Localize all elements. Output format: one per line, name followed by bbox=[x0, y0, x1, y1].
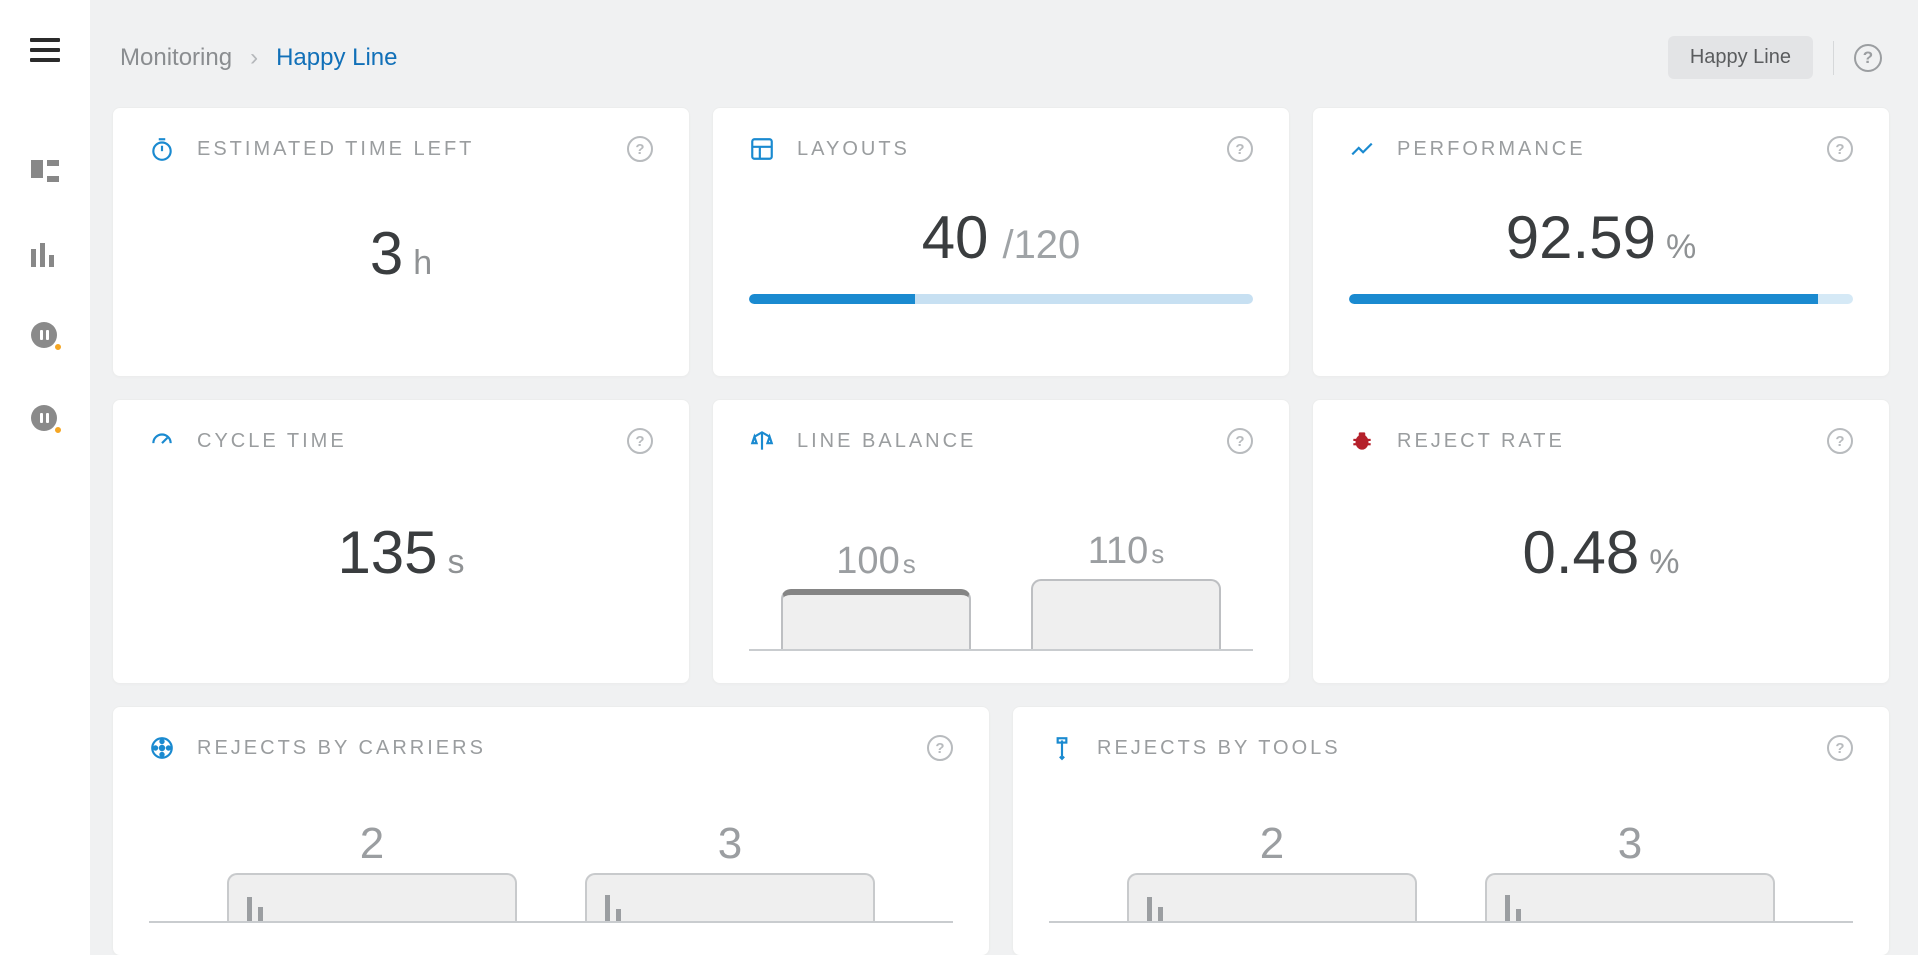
rejects-carriers-chart: 23 bbox=[149, 767, 953, 923]
card-title: LAYOUTS bbox=[797, 138, 910, 161]
card-help-icon[interactable]: ? bbox=[1827, 428, 1853, 454]
stopwatch-icon bbox=[149, 136, 175, 162]
menu-button[interactable] bbox=[30, 38, 60, 62]
progress-bar bbox=[1349, 294, 1853, 304]
card-rejects-by-carriers[interactable]: REJECTS BY CARRIERS ? 23 bbox=[112, 706, 990, 955]
kpi-value: 3 bbox=[370, 219, 403, 288]
breadcrumb: Monitoring › Happy Line bbox=[120, 44, 397, 72]
kpi-value: 135 bbox=[337, 518, 437, 587]
card-rejects-by-tools[interactable]: REJECTS BY TOOLS ? 23 bbox=[1012, 706, 1890, 955]
card-help-icon[interactable]: ? bbox=[1227, 136, 1253, 162]
station-value: 100s bbox=[836, 540, 915, 583]
reject-bar bbox=[1127, 873, 1417, 921]
card-help-icon[interactable]: ? bbox=[1227, 428, 1253, 454]
bug-icon bbox=[1349, 428, 1375, 454]
reject-bar bbox=[1485, 873, 1775, 921]
progress-bar bbox=[749, 294, 1253, 304]
nav-line-status-1[interactable] bbox=[31, 322, 59, 350]
reject-count: 3 bbox=[718, 819, 742, 869]
card-cycle-time[interactable]: CYCLE TIME ? 135 s bbox=[112, 399, 690, 684]
kpi-unit: % bbox=[1649, 543, 1679, 582]
status-dot-icon bbox=[53, 425, 63, 435]
kpi-value: 92.59 bbox=[1506, 203, 1656, 272]
reject-count: 2 bbox=[360, 819, 384, 869]
reject-bar bbox=[585, 873, 875, 921]
card-help-icon[interactable]: ? bbox=[1827, 136, 1853, 162]
card-title: PERFORMANCE bbox=[1397, 138, 1586, 161]
help-icon[interactable]: ? bbox=[1854, 44, 1882, 72]
rejects-tools-chart: 23 bbox=[1049, 767, 1853, 923]
topbar: Monitoring › Happy Line Happy Line ? bbox=[112, 0, 1890, 107]
divider bbox=[1833, 41, 1834, 75]
kpi-value: 40 bbox=[922, 203, 989, 272]
status-dot-icon bbox=[53, 342, 63, 352]
card-help-icon[interactable]: ? bbox=[627, 136, 653, 162]
breadcrumb-current[interactable]: Happy Line bbox=[276, 44, 397, 72]
layouts-icon bbox=[749, 136, 775, 162]
card-title: CYCLE TIME bbox=[197, 430, 347, 453]
nav-dashboard-icon[interactable] bbox=[31, 160, 59, 188]
tool-icon bbox=[1049, 735, 1075, 761]
reject-bar-group[interactable]: 2 bbox=[227, 819, 517, 921]
line-balance-chart: 100s 110s bbox=[749, 464, 1253, 651]
nav-analytics-icon[interactable] bbox=[31, 243, 59, 267]
station-bar bbox=[1031, 579, 1221, 649]
kpi-denominator: /120 bbox=[1002, 223, 1080, 268]
card-estimated-time-left[interactable]: ESTIMATED TIME LEFT ? 3 h bbox=[112, 107, 690, 377]
reject-count: 2 bbox=[1260, 819, 1284, 869]
gauge-icon bbox=[149, 428, 175, 454]
card-help-icon[interactable]: ? bbox=[627, 428, 653, 454]
station-value: 110s bbox=[1088, 530, 1165, 573]
kpi-value: 0.48 bbox=[1522, 518, 1639, 587]
card-help-icon[interactable]: ? bbox=[927, 735, 953, 761]
card-title: LINE BALANCE bbox=[797, 430, 976, 453]
breadcrumb-root[interactable]: Monitoring bbox=[120, 44, 232, 72]
chevron-right-icon: › bbox=[250, 44, 258, 72]
card-title: REJECT RATE bbox=[1397, 430, 1565, 453]
line-balance-station[interactable]: 100s bbox=[781, 540, 971, 649]
scale-icon bbox=[749, 428, 775, 454]
kpi-unit: h bbox=[413, 244, 432, 283]
card-title: REJECTS BY CARRIERS bbox=[197, 737, 486, 760]
card-title: ESTIMATED TIME LEFT bbox=[197, 138, 474, 161]
card-help-icon[interactable]: ? bbox=[1827, 735, 1853, 761]
reject-bar-group[interactable]: 3 bbox=[585, 819, 875, 921]
kpi-unit: % bbox=[1666, 228, 1696, 267]
sidebar bbox=[0, 0, 90, 955]
card-performance[interactable]: PERFORMANCE ? 92.59 % bbox=[1312, 107, 1890, 377]
card-reject-rate[interactable]: REJECT RATE ? 0.48 % bbox=[1312, 399, 1890, 684]
carrier-icon bbox=[149, 735, 175, 761]
card-line-balance[interactable]: LINE BALANCE ? 100s 110s bbox=[712, 399, 1290, 684]
card-layouts[interactable]: LAYOUTS ? 40 /120 bbox=[712, 107, 1290, 377]
reject-bar-group[interactable]: 3 bbox=[1485, 819, 1775, 921]
card-title: REJECTS BY TOOLS bbox=[1097, 737, 1341, 760]
reject-bar-group[interactable]: 2 bbox=[1127, 819, 1417, 921]
station-bar bbox=[781, 589, 971, 649]
nav-line-status-2[interactable] bbox=[31, 405, 59, 433]
line-selector-chip[interactable]: Happy Line bbox=[1668, 36, 1813, 79]
kpi-unit: s bbox=[448, 543, 465, 582]
line-balance-station[interactable]: 110s bbox=[1031, 530, 1221, 649]
reject-bar bbox=[227, 873, 517, 921]
main: Monitoring › Happy Line Happy Line ? EST… bbox=[90, 0, 1918, 955]
trend-icon bbox=[1349, 136, 1375, 162]
reject-count: 3 bbox=[1618, 819, 1642, 869]
